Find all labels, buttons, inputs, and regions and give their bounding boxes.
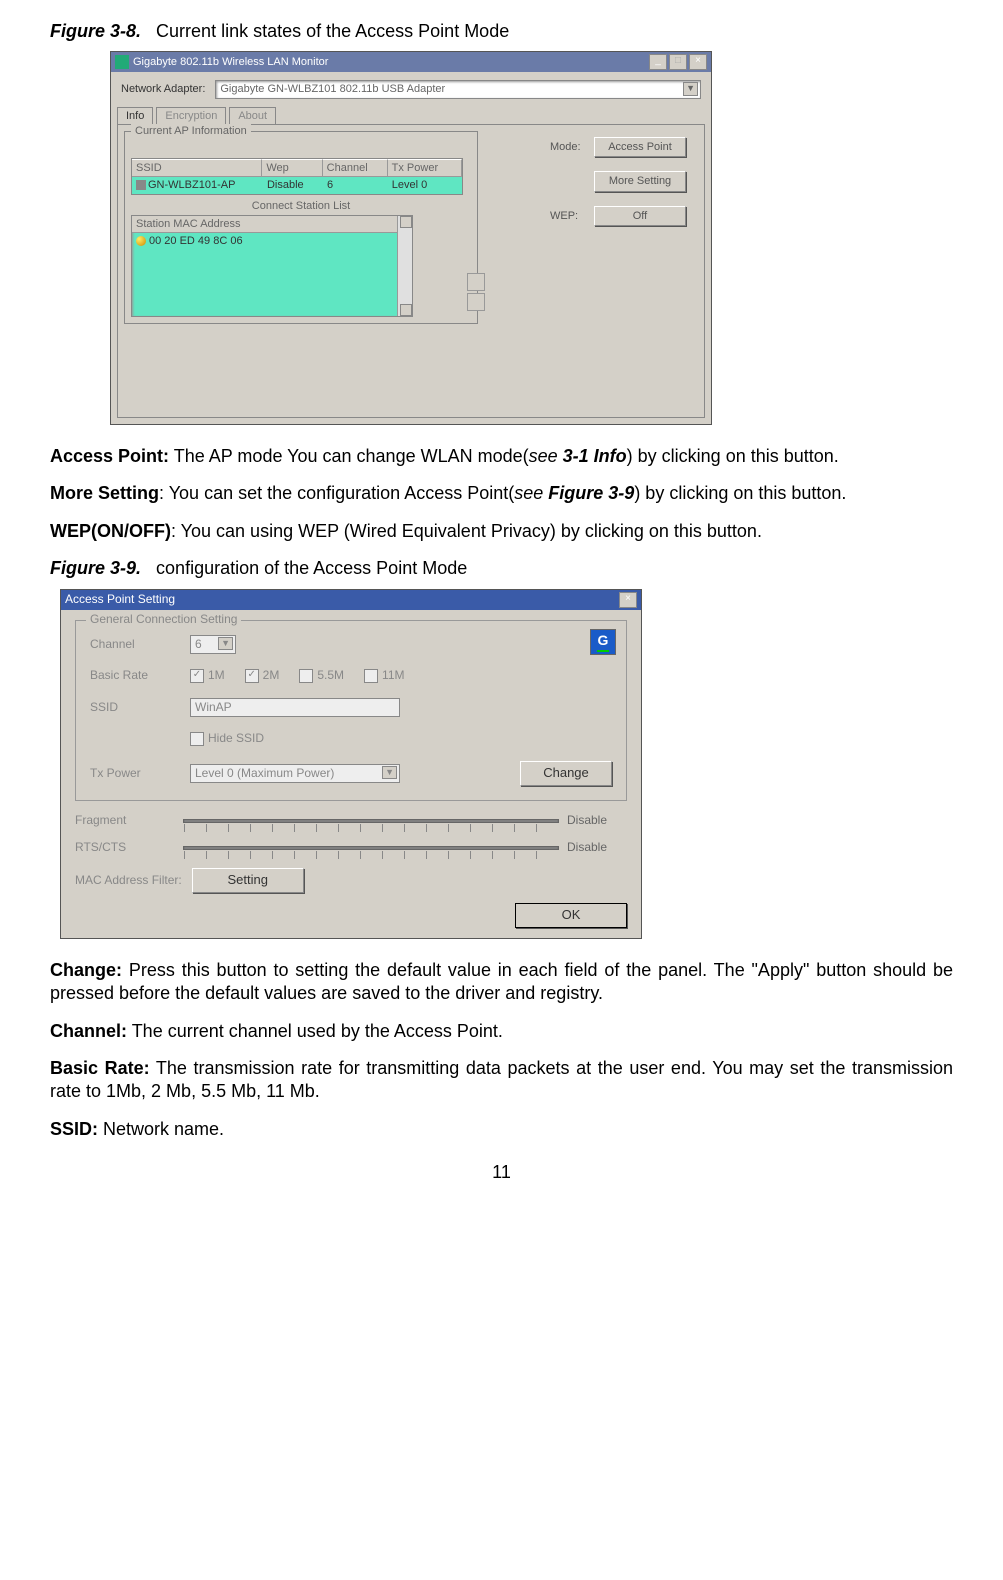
th-channel[interactable]: Channel [323,159,388,177]
tab-encryption[interactable]: Encryption [156,107,226,124]
gigabyte-logo: G [590,629,616,655]
mode-label: Mode: [550,140,586,154]
adapter-label: Network Adapter: [121,82,205,96]
rate-2m[interactable]: ✓2M [245,668,280,684]
caption-text: configuration of the Access Point Mode [156,558,467,578]
ap-row[interactable]: GN-WLBZ101-AP Disable 6 Level 0 [132,177,462,193]
general-connection-group: General Connection Setting G Channel 6 B… [75,620,627,801]
side-button-1[interactable] [467,273,485,291]
info-panel: Current AP Information SSID Wep Channel … [117,124,705,418]
rtscts-label: RTS/CTS [75,840,175,856]
lead: More Setting [50,483,159,503]
mac-row[interactable]: 00 20 ED 49 8C 06 [132,233,412,249]
para-more-setting: More Setting: You can set the configurat… [50,482,953,505]
rate-1m[interactable]: ✓1M [190,668,225,684]
hide-ssid-checkbox[interactable]: Hide SSID [190,731,264,747]
mac-header[interactable]: Station MAC Address [132,216,412,233]
ssid-input[interactable]: WinAP [190,698,400,718]
titlebar: Gigabyte 802.11b Wireless LAN Monitor _ … [111,52,711,72]
caption-text: Current link states of the Access Point … [156,21,509,41]
window-title: Gigabyte 802.11b Wireless LAN Monitor [133,55,328,69]
setting-button[interactable]: Setting [192,868,304,893]
titlebar: Access Point Setting × [61,590,641,610]
restore-button[interactable]: □ [669,54,687,70]
lead: WEP(ON/OFF) [50,521,171,541]
figure-3-9: Access Point Setting × General Connectio… [60,589,953,939]
th-txpower[interactable]: Tx Power [388,159,462,177]
channel-select[interactable]: 6 [190,635,236,655]
ap-table: SSID Wep Channel Tx Power GN-WLBZ101-AP … [131,158,463,195]
txpower-select[interactable]: Level 0 (Maximum Power) [190,764,400,784]
ssid-label: SSID [90,700,190,716]
tab-info[interactable]: Info [117,107,153,124]
th-wep[interactable]: Wep [262,159,322,177]
change-button[interactable]: Change [520,761,612,786]
para-ssid: SSID: Network name. [50,1118,953,1141]
figure-3-8-caption: Figure 3-8. Current link states of the A… [50,20,953,43]
wep-label: WEP: [550,209,586,223]
td-ssid: GN-WLBZ101-AP [148,178,235,192]
para-wep: WEP(ON/OFF): You can using WEP (Wired Eq… [50,520,953,543]
tab-about[interactable]: About [229,107,276,124]
figure-3-9-caption: Figure 3-9. configuration of the Access … [50,557,953,580]
basic-rate-label: Basic Rate [90,668,190,684]
th-ssid[interactable]: SSID [132,159,262,177]
adapter-value: Gigabyte GN-WLBZ101 802.11b USB Adapter [220,83,445,95]
current-ap-fieldset: Current AP Information SSID Wep Channel … [124,131,478,324]
mac-value: 00 20 ED 49 8C 06 [149,234,243,248]
para-access-point: Access Point: The AP mode You can change… [50,445,953,468]
station-icon [136,236,146,246]
td-channel: 6 [323,177,388,193]
access-point-button[interactable]: Access Point [594,137,686,157]
window-title: Access Point Setting [65,592,175,608]
para-channel: Channel: The current channel used by the… [50,1020,953,1043]
caption-label: Figure 3-9. [50,558,141,578]
minimize-button[interactable]: _ [649,54,667,70]
adapter-select[interactable]: Gigabyte GN-WLBZ101 802.11b USB Adapter [215,80,701,98]
figure-3-8: Gigabyte 802.11b Wireless LAN Monitor _ … [110,51,953,425]
para-basic-rate: Basic Rate: The transmission rate for tr… [50,1057,953,1104]
close-button[interactable]: × [689,54,707,70]
page-number: 11 [50,1161,953,1184]
side-button-2[interactable] [467,293,485,311]
rtscts-value: Disable [567,840,627,856]
ok-button[interactable]: OK [515,903,627,928]
fragment-slider[interactable] [183,819,559,823]
fieldset-legend: Current AP Information [131,124,251,138]
rtscts-slider[interactable] [183,846,559,850]
connect-station-list[interactable]: Station MAC Address 00 20 ED 49 8C 06 [131,215,413,317]
lead: Access Point: [50,446,169,466]
td-txpower: Level 0 [388,177,462,193]
ap-setting-window: Access Point Setting × General Connectio… [60,589,642,939]
para-change: Change: Press this button to setting the… [50,959,953,1006]
rate-5-5m[interactable]: 5.5M [299,668,344,684]
more-setting-button[interactable]: More Setting [594,171,686,191]
group-legend: General Connection Setting [86,612,241,628]
wlan-monitor-window: Gigabyte 802.11b Wireless LAN Monitor _ … [110,51,712,425]
rate-11m[interactable]: 11M [364,668,404,684]
td-wep: Disable [263,177,323,193]
caption-label: Figure 3-8. [50,21,141,41]
fragment-value: Disable [567,813,627,829]
channel-label: Channel [90,637,190,653]
ap-icon [136,180,146,190]
scrollbar[interactable] [397,216,412,316]
close-button[interactable]: × [619,592,637,608]
wep-off-button[interactable]: Off [594,206,686,226]
txpower-label: Tx Power [90,766,190,782]
mac-filter-label: MAC Address Filter: [75,873,182,889]
fragment-label: Fragment [75,813,175,829]
app-icon [115,55,129,69]
connect-station-label: Connect Station List [131,199,471,213]
